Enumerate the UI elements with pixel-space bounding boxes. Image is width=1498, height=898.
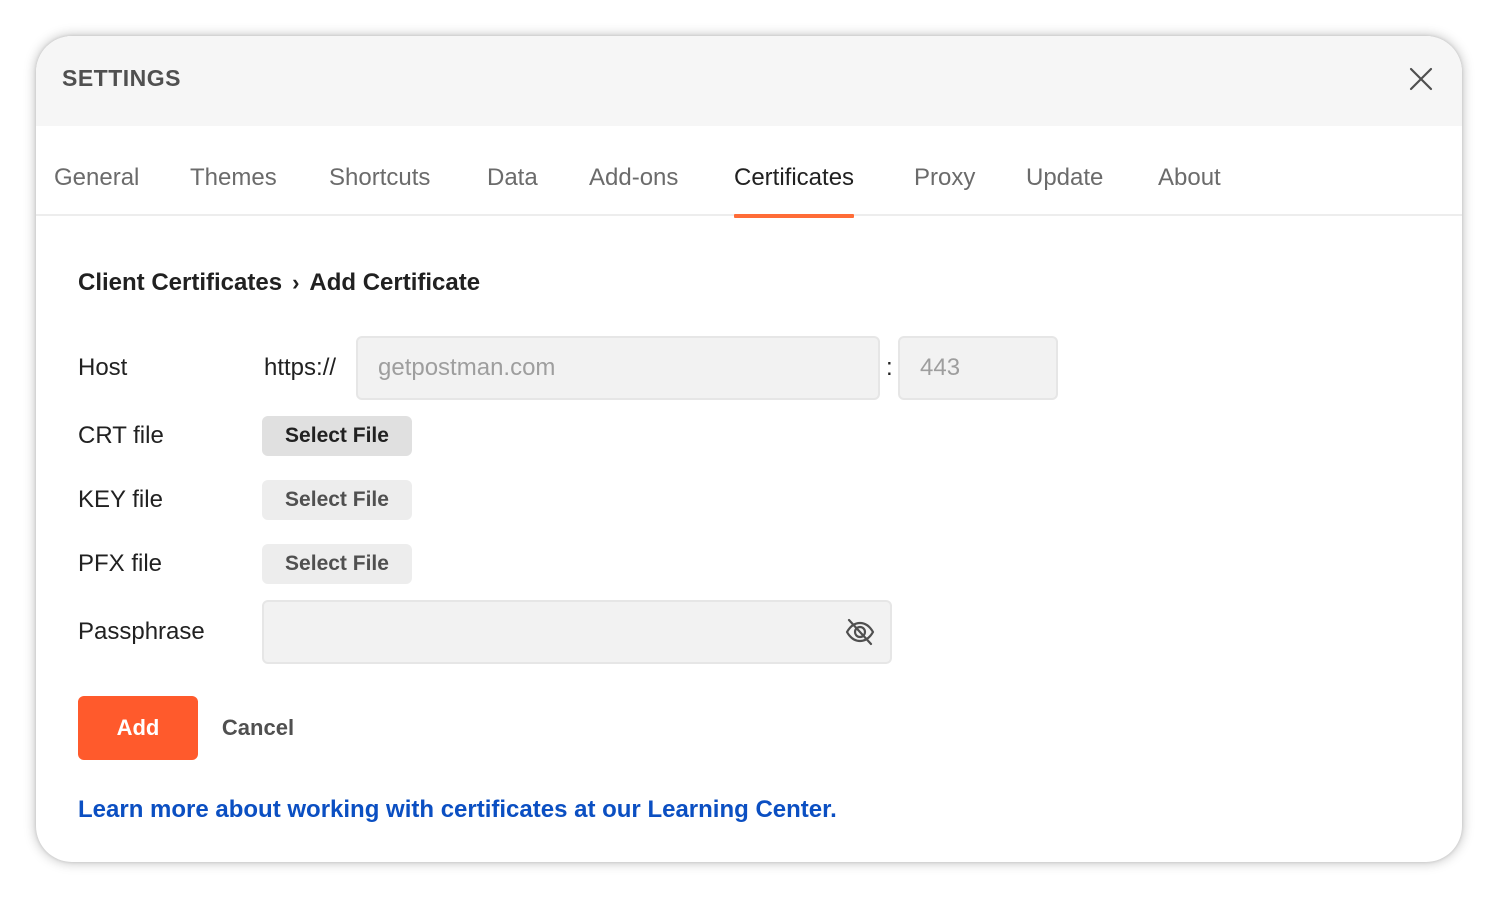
add-button[interactable]: Add: [78, 696, 198, 760]
host-port-separator: :: [886, 354, 893, 381]
modal-title: SETTINGS: [62, 65, 182, 91]
port-input[interactable]: [898, 336, 1058, 400]
tab-themes[interactable]: Themes: [190, 162, 277, 216]
key-select-file-button[interactable]: Select File: [262, 480, 412, 520]
host-input[interactable]: [356, 336, 880, 400]
pfx-file-label: PFX file: [78, 550, 163, 577]
settings-tabs: General Themes Shortcuts Data Add-ons Ce…: [36, 126, 1462, 218]
eye-off-icon: [845, 618, 875, 646]
crt-file-label: CRT file: [78, 422, 164, 449]
host-protocol: https://: [264, 354, 337, 381]
key-file-label: KEY file: [78, 486, 163, 513]
tab-shortcuts[interactable]: Shortcuts: [329, 162, 430, 216]
tab-proxy[interactable]: Proxy: [914, 162, 975, 216]
tab-update[interactable]: Update: [1026, 162, 1103, 216]
modal-header: SETTINGS: [36, 36, 1462, 126]
close-icon: [1409, 67, 1433, 91]
tab-data[interactable]: Data: [487, 162, 538, 216]
breadcrumb-current: Add Certificate: [309, 268, 481, 296]
passphrase-input[interactable]: [262, 600, 892, 664]
tab-about[interactable]: About: [1158, 162, 1221, 216]
settings-modal: SETTINGS General Themes Shortcuts Data A…: [36, 36, 1462, 862]
close-button[interactable]: [1406, 64, 1436, 94]
tab-general[interactable]: General: [54, 162, 139, 216]
host-label: Host: [78, 354, 128, 381]
crt-select-file-button[interactable]: Select File: [262, 416, 412, 456]
breadcrumb-separator: ›: [292, 269, 300, 295]
tab-add-ons[interactable]: Add-ons: [589, 162, 678, 216]
breadcrumb-parent-link[interactable]: Client Certificates: [78, 269, 282, 297]
tab-certificates[interactable]: Certificates: [734, 162, 855, 218]
learning-center-link[interactable]: Learn more about working with certificat…: [78, 796, 837, 824]
pfx-select-file-button[interactable]: Select File: [262, 544, 412, 584]
cancel-button[interactable]: Cancel: [210, 696, 306, 760]
passphrase-visibility-toggle[interactable]: [844, 616, 876, 648]
breadcrumb: Client Certificates › Add Certificate: [78, 268, 480, 297]
passphrase-label: Passphrase: [78, 618, 205, 645]
